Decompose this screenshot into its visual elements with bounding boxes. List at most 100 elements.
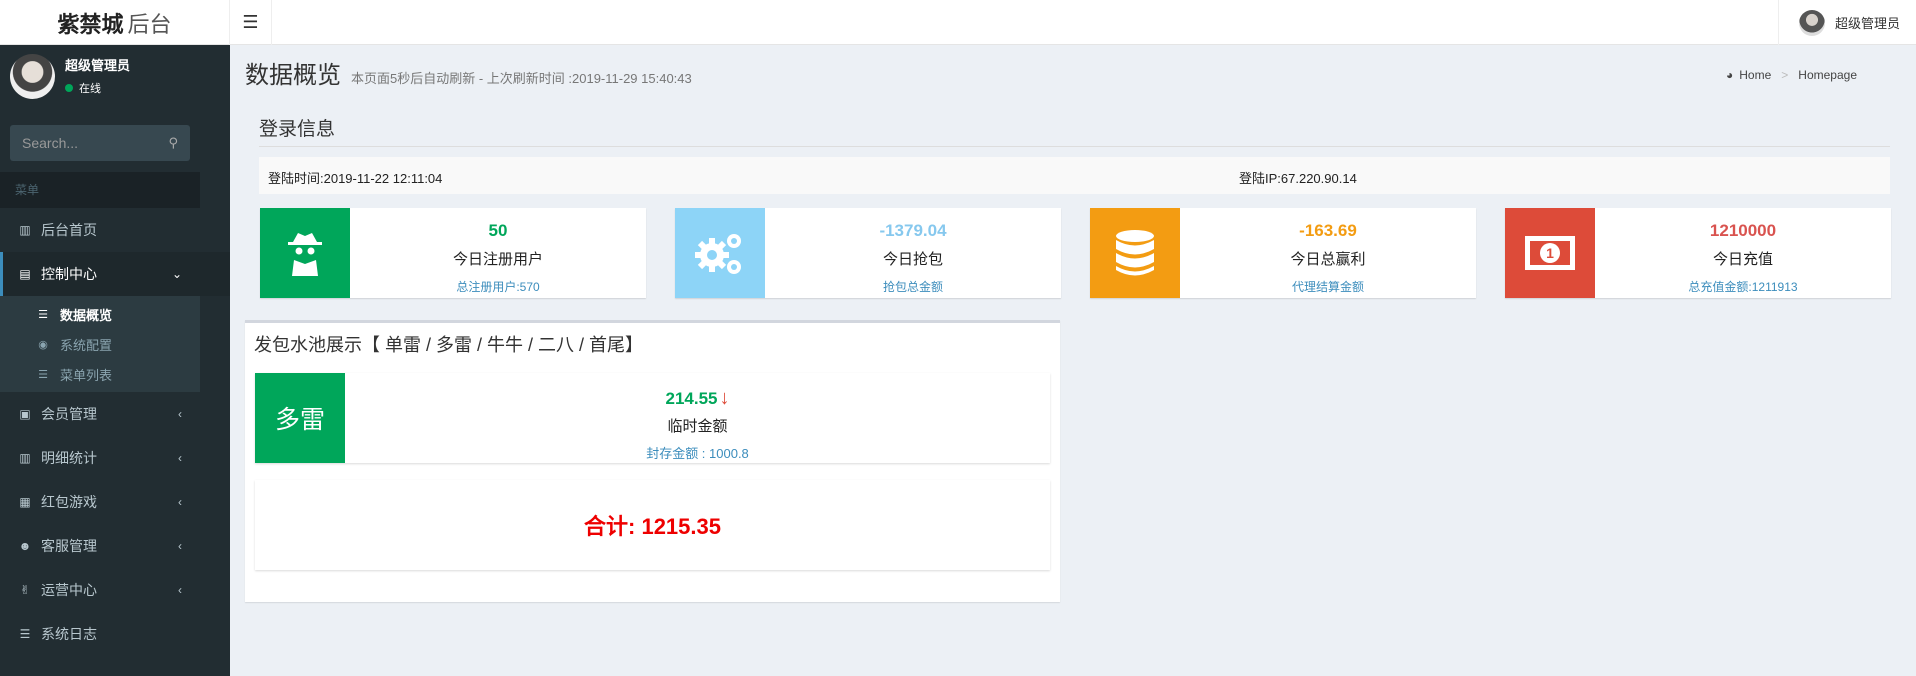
- avatar: [1798, 9, 1825, 36]
- chevron-down-icon: ⌄: [171, 267, 182, 281]
- sidebar-item-label: 系统日志: [41, 626, 97, 642]
- user-menu[interactable]: 超级管理员: [1777, 0, 1916, 45]
- list-icon: ☰: [38, 308, 48, 321]
- stat-value: -163.69: [1299, 221, 1357, 240]
- stat-box-grab-packets: -1379.04 今日抢包 抢包总金额: [675, 208, 1061, 298]
- database-icon: ☰: [19, 627, 31, 641]
- dashboard-icon: ◕: [1726, 68, 1734, 82]
- stat-footer-link[interactable]: 抢包总金额: [765, 278, 1061, 295]
- menu-header: 菜单: [0, 172, 200, 208]
- chevron-left-icon: ‹: [178, 495, 182, 509]
- gears-icon: [695, 234, 741, 274]
- stat-footer-link[interactable]: 总充值金额:1211913: [1595, 278, 1891, 295]
- pool-title: 发包水池展示【 单雷 / 多雷 / 牛牛 / 二八 / 首尾】: [254, 335, 644, 355]
- bar-chart-icon: ▥: [19, 451, 31, 465]
- submenu-item-overview[interactable]: ☰ 数据概览: [0, 299, 200, 329]
- sidebar-item-redpacket-games[interactable]: ▦ 红包游戏 ‹: [0, 480, 230, 524]
- stat-box-profit: -163.69 今日总赢利 代理结算金额: [1090, 208, 1476, 298]
- spy-icon: [288, 233, 322, 276]
- users-icon: ☻: [18, 539, 32, 553]
- logo-bold: 紫禁城: [57, 11, 124, 37]
- pool-total-text: 合计: 1215.35: [584, 514, 721, 539]
- sidebar-item-label: 后台首页: [41, 222, 97, 238]
- sidebar-item-label: 红包游戏: [41, 494, 97, 510]
- stat-footer-link[interactable]: 代理结算金额: [1180, 278, 1476, 295]
- sidebar-item-customer-service[interactable]: ☻ 客服管理 ‹: [0, 524, 230, 568]
- search-icon[interactable]: ⚲: [168, 135, 178, 151]
- divider: [259, 146, 1890, 147]
- top-header: 紫禁城 后台 ☰ 超级管理员: [0, 0, 1916, 45]
- login-info-title: 登录信息: [259, 119, 336, 140]
- submenu-item-menu-list[interactable]: ☰ 菜单列表: [0, 359, 200, 389]
- toggle-icon: ◉: [38, 338, 48, 351]
- pool-tag: 多雷: [255, 373, 345, 463]
- chevron-left-icon: ‹: [178, 451, 182, 465]
- stat-label: 今日总赢利: [1290, 251, 1366, 268]
- sidebar-user-name: 超级管理员: [65, 58, 131, 73]
- search-input[interactable]: [22, 135, 162, 151]
- login-info-bar: 登陆时间:2019-11-22 12:11:04 登陆IP:67.220.90.…: [259, 157, 1890, 194]
- stat-icon-box: [260, 208, 350, 298]
- stat-label: 今日抢包: [882, 251, 943, 268]
- user-menu-name: 超级管理员: [1834, 16, 1900, 31]
- chevron-left-icon: ‹: [178, 539, 182, 553]
- sidebar-item-label: 明细统计: [41, 450, 97, 466]
- content-header: 数据概览 本页面5秒后自动刷新 - 上次刷新时间 :2019-11-29 15:…: [245, 55, 692, 95]
- sidebar-item-label: 控制中心: [41, 266, 97, 282]
- chevron-left-icon: ‹: [178, 407, 182, 421]
- stat-label: 今日充值: [1712, 251, 1773, 268]
- login-ip: 登陆IP:67.220.90.14: [1239, 171, 1357, 186]
- sidebar-item-home[interactable]: ▥ 后台首页: [0, 208, 230, 252]
- list-icon: ▤: [19, 267, 31, 281]
- submenu-item-label: 菜单列表: [60, 367, 113, 383]
- chevron-left-icon: ‹: [178, 583, 182, 597]
- expand-icon: ▦: [19, 495, 31, 509]
- sidebar-item-label: 客服管理: [41, 538, 97, 554]
- sidebar-item-system-log[interactable]: ☰ 系统日志: [0, 612, 230, 656]
- stat-value: 1210000: [1709, 221, 1777, 240]
- bar-chart-icon: ▥: [19, 223, 31, 237]
- submenu-item-system-config[interactable]: ◉ 系统配置: [0, 329, 200, 359]
- sidebar-toggle-button[interactable]: ☰: [230, 0, 272, 45]
- logo-light: 后台: [127, 11, 172, 37]
- sidebar: 超级管理员 在线 ⚲ 菜单 ▥ 后台首页 ▤ 控制中心 ⌄ ☰ 数据概览 ◉ 系…: [0, 45, 230, 676]
- pool-value-row: 214.55 ↓: [345, 387, 1050, 410]
- page-subtitle: 本页面5秒后自动刷新 - 上次刷新时间 :2019-11-29 15:40:43: [351, 71, 692, 86]
- login-time: 登陆时间:2019-11-22 12:11:04: [268, 171, 443, 186]
- list-icon: ☰: [38, 368, 48, 381]
- stat-label: 今日注册用户: [452, 251, 543, 268]
- arrow-down-icon: ↓: [719, 387, 730, 409]
- svg-text:1: 1: [1546, 245, 1554, 261]
- sidebar-item-label: 运营中心: [41, 582, 97, 598]
- pool-panel: 发包水池展示【 单雷 / 多雷 / 牛牛 / 二八 / 首尾】 多雷 214.5…: [245, 320, 1060, 602]
- sidebar-item-label: 会员管理: [41, 406, 97, 422]
- breadcrumb-home[interactable]: Home: [1739, 68, 1771, 82]
- pool-value: 214.55: [665, 389, 718, 408]
- stat-value: -1379.04: [879, 221, 947, 240]
- sidebar-item-control-center[interactable]: ▤ 控制中心 ⌄: [0, 252, 230, 296]
- breadcrumb-current: Homepage: [1798, 68, 1857, 82]
- stat-value: 50: [488, 221, 508, 240]
- pool-box-multi-mine: 多雷 214.55 ↓ 临时金额 封存金额 : 1000.8: [255, 373, 1050, 463]
- stat-footer-link[interactable]: 总注册用户:570: [350, 278, 646, 295]
- sidebar-menu: ▥ 后台首页 ▤ 控制中心 ⌄ ☰ 数据概览 ◉ 系统配置 ☰ 菜单列表 ▣ 会…: [0, 208, 230, 656]
- pool-footer[interactable]: 封存金额 : 1000.8: [345, 443, 1050, 462]
- logo[interactable]: 紫禁城 后台: [0, 0, 230, 45]
- status-dot-icon: [65, 84, 73, 92]
- breadcrumb-separator: >: [1781, 68, 1789, 82]
- stat-icon-box: [1090, 208, 1180, 298]
- stat-icon-box: [675, 208, 765, 298]
- sidebar-item-statistics[interactable]: ▥ 明细统计 ‹: [0, 436, 230, 480]
- avatar: [10, 54, 55, 99]
- hamburger-icon: ☰: [242, 12, 259, 32]
- sidebar-item-operations[interactable]: ✌ 运营中心 ‹: [0, 568, 230, 612]
- money-icon: 1: [1525, 236, 1575, 270]
- sidebar-item-members[interactable]: ▣ 会员管理 ‹: [0, 392, 230, 436]
- search-box: ⚲: [10, 125, 190, 161]
- stat-icon-box: 1: [1505, 208, 1595, 298]
- user-card-icon: ▣: [19, 407, 31, 421]
- page-title: 数据概览: [245, 62, 341, 89]
- stat-box-registrations: 50 今日注册用户 总注册用户:570: [260, 208, 646, 298]
- pool-total: 合计: 1215.35: [255, 480, 1050, 570]
- status-text: 在线: [79, 83, 101, 95]
